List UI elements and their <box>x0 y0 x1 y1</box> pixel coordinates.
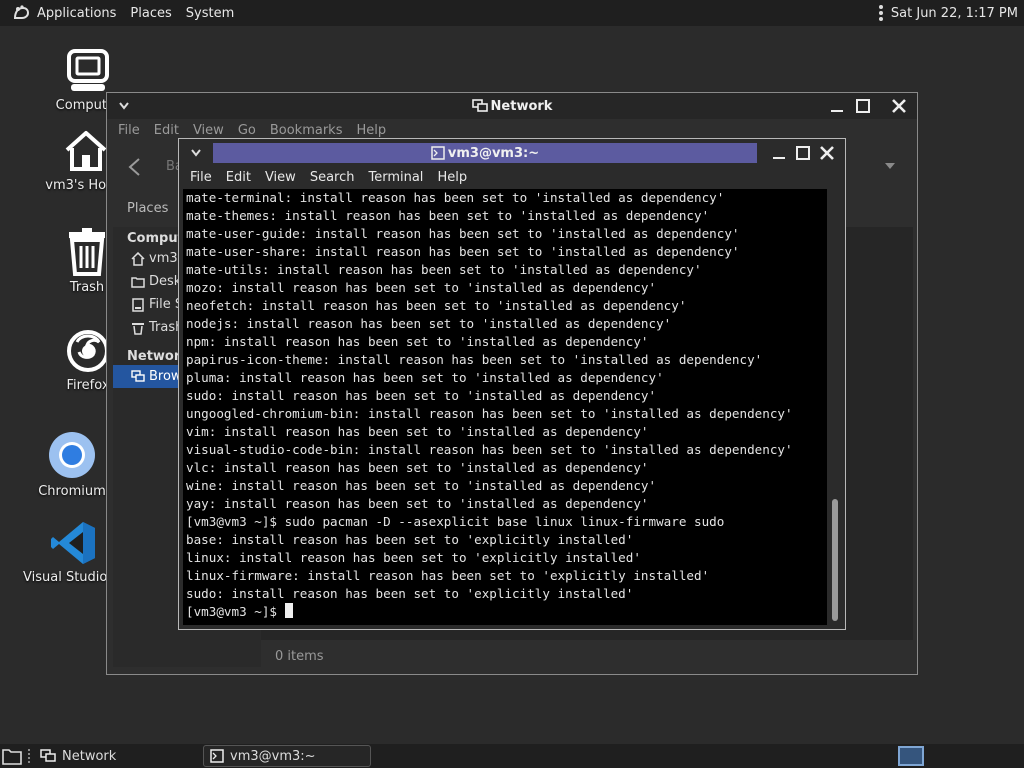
terminal-line: [vm3@vm3 ~]$ sudo pacman -D --asexplicit… <box>186 514 725 529</box>
taskbar-item-terminal[interactable]: vm3@vm3:~ <box>203 745 371 767</box>
home-icon <box>131 251 145 266</box>
terminal-line: linux-firmware: install reason has been … <box>186 568 710 583</box>
terminal-output[interactable]: mate-terminal: install reason has been s… <box>183 189 827 625</box>
places-label: Places <box>127 201 169 216</box>
vscode-icon <box>51 522 95 564</box>
terminal-title-bar: vm3@vm3:~ <box>213 143 757 163</box>
terminal-line: mate-user-guide: install reason has been… <box>186 226 740 241</box>
term-menu-help[interactable]: Help <box>430 167 474 189</box>
terminal-lines: mate-terminal: install reason has been s… <box>186 189 827 621</box>
maximize-icon[interactable] <box>795 145 811 161</box>
taskbar-label: Network <box>62 748 117 764</box>
fm-menu-file[interactable]: File <box>111 121 147 143</box>
maximize-icon[interactable] <box>855 98 871 114</box>
file-manager-title: Network <box>490 98 553 114</box>
chromium-icon <box>49 432 95 478</box>
terminal-line: mate-themes: install reason has been set… <box>186 208 710 223</box>
term-menu-file[interactable]: File <box>183 167 219 189</box>
bottom-panel: Network vm3@vm3:~ <box>0 744 1024 768</box>
close-icon[interactable] <box>819 145 835 161</box>
taskbar-item-network[interactable]: Network <box>22 745 197 767</box>
terminal-line: mate-user-share: install reason has been… <box>186 244 740 259</box>
terminal-cursor <box>284 603 293 618</box>
applications-menu[interactable]: Applications <box>30 6 123 21</box>
terminal-line: yay: install reason has been set to 'ins… <box>186 496 649 511</box>
item-count: 0 items <box>275 649 324 664</box>
taskbar-separator <box>28 749 34 763</box>
network-icon <box>131 369 145 382</box>
mate-logo-icon[interactable] <box>12 4 30 22</box>
terminal-prompt-line: [vm3@vm3 ~]$ <box>186 603 827 621</box>
terminal-line: ungoogled-chromium-bin: install reason h… <box>186 406 793 421</box>
view-dropdown-icon[interactable] <box>885 163 895 169</box>
computer-icon <box>67 49 109 91</box>
terminal-line: sudo: install reason has been set to 'ex… <box>186 586 634 601</box>
terminal-line: pluma: install reason has been set to 'i… <box>186 370 664 385</box>
terminal-window[interactable]: vm3@vm3:~ File Edit View Search Terminal… <box>178 138 846 630</box>
top-panel: Applications Places System Sat Jun 22, 1… <box>0 0 1024 26</box>
kebab-menu-icon[interactable] <box>878 5 883 21</box>
terminal-line: mozo: install reason has been set to 'in… <box>186 280 657 295</box>
show-desktop-icon[interactable] <box>2 747 22 765</box>
clock[interactable]: Sat Jun 22, 1:17 PM <box>891 6 1018 21</box>
system-menu[interactable]: System <box>179 6 241 21</box>
terminal-line: wine: install reason has been set to 'in… <box>186 478 657 493</box>
network-icon <box>471 99 488 112</box>
minimize-icon[interactable] <box>829 98 845 114</box>
terminal-line: mate-terminal: install reason has been s… <box>186 190 725 205</box>
terminal-prompt: [vm3@vm3 ~]$ <box>186 604 285 619</box>
status-bar: 0 items <box>261 643 913 669</box>
file-manager-titlebar[interactable]: Network <box>107 93 917 119</box>
terminal-titlebar[interactable]: vm3@vm3:~ <box>179 139 845 167</box>
terminal-icon <box>431 146 445 160</box>
terminal-line: mate-utils: install reason has been set … <box>186 262 702 277</box>
terminal-line: vim: install reason has been set to 'ins… <box>186 424 649 439</box>
folder-icon <box>131 276 145 288</box>
terminal-line: neofetch: install reason has been set to… <box>186 298 687 313</box>
places-menu[interactable]: Places <box>123 6 178 21</box>
terminal-line: papirus-icon-theme: install reason has b… <box>186 352 763 367</box>
trash-icon <box>132 322 144 335</box>
sidebar-item-label: vm3 <box>149 251 178 266</box>
taskbar-label: vm3@vm3:~ <box>230 748 316 764</box>
drive-icon <box>132 297 144 312</box>
terminal-line: vlc: install reason has been set to 'ins… <box>186 460 649 475</box>
terminal-line: npm: install reason has been set to 'ins… <box>186 334 649 349</box>
terminal-line: linux: install reason has been set to 'e… <box>186 550 641 565</box>
term-menu-search[interactable]: Search <box>303 167 362 189</box>
terminal-scrollbar[interactable] <box>829 189 841 625</box>
back-arrow-icon[interactable] <box>127 157 141 177</box>
home-icon <box>65 131 107 171</box>
term-menu-view[interactable]: View <box>258 167 303 189</box>
terminal-line: base: install reason has been set to 'ex… <box>186 532 634 547</box>
window-menu-chevron-icon[interactable] <box>191 149 201 157</box>
terminal-title: vm3@vm3:~ <box>447 145 540 161</box>
terminal-menubar: File Edit View Search Terminal Help <box>183 167 474 189</box>
firefox-icon <box>67 330 109 372</box>
scrollbar-thumb[interactable] <box>832 499 838 621</box>
terminal-icon <box>210 749 224 763</box>
term-menu-terminal[interactable]: Terminal <box>361 167 430 189</box>
file-manager-title-group: Network <box>107 99 917 114</box>
term-menu-edit[interactable]: Edit <box>219 167 258 189</box>
network-icon <box>40 749 56 762</box>
workspace-switcher[interactable] <box>898 746 924 766</box>
terminal-line: sudo: install reason has been set to 'in… <box>186 388 657 403</box>
minimize-icon[interactable] <box>771 145 787 161</box>
trash-icon <box>69 228 105 276</box>
terminal-line: visual-studio-code-bin: install reason h… <box>186 442 793 457</box>
close-icon[interactable] <box>891 98 907 114</box>
terminal-line: nodejs: install reason has been set to '… <box>186 316 672 331</box>
